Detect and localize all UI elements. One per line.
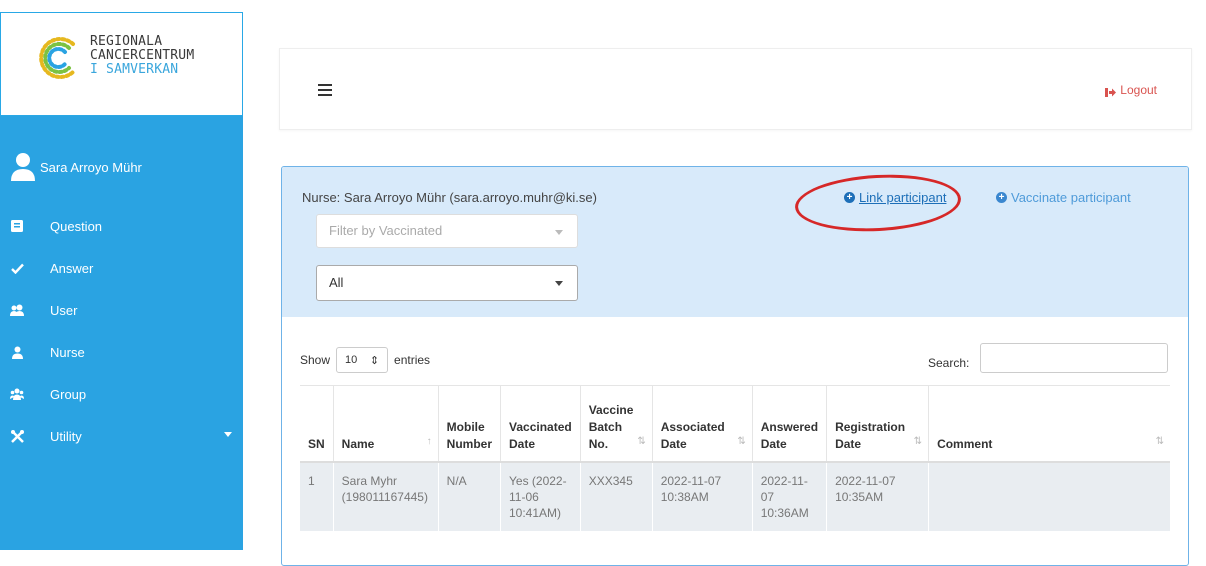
sidebar-item-label: Nurse [50,344,85,360]
sort-updown-icon: ⇕ [369,355,380,367]
plus-circle-icon: + [996,192,1007,203]
tools-icon [10,429,24,443]
chevron-down-icon [555,281,563,286]
sidebar-item-utility[interactable]: Utility [10,425,232,447]
entries-select[interactable]: 10 ⇕ [336,347,389,373]
search-label: Search: [928,356,970,370]
sign-out-icon [1105,86,1117,97]
group-icon [10,387,24,401]
users-icon [10,303,24,317]
plus-circle-icon: + [844,192,855,203]
cell-sn: 1 [300,461,334,531]
check-icon [10,261,24,275]
column-header-sn[interactable]: SN [300,385,334,463]
vaccinate-participant-label: Vaccinate participant [1011,190,1131,205]
cell-mobile: N/A [437,461,501,531]
sort-icon: ⇅ [637,435,646,447]
sort-asc-icon: ↑ [426,435,432,447]
participants-table: SN Name ↑ Mobile Number Vaccinated Date V… [300,385,1170,531]
filter-placeholder: Filter by Vaccinated [329,223,443,238]
hamburger-menu-icon[interactable] [318,84,332,96]
sort-icon: ⇅ [737,435,746,447]
logo-line-1: REGIONALA [90,34,163,49]
cell-answered-date: 2022-11-07 10:36AM [751,461,827,531]
cell-comment [928,461,1170,531]
column-header-vaccinated-date[interactable]: Vaccinated Date [500,385,581,463]
column-header-associated-date[interactable]: Associated Date ⇅ [651,385,753,463]
top-header: Logout [279,48,1192,130]
cell-name: Sara Myhr (198011167445) [332,461,439,531]
brand-logo: REGIONALA CANCERCENTRUM I SAMVERKAN [0,12,243,116]
participants-panel: Nurse: Sara Arroyo Mühr (sara.arroyo.muh… [281,166,1189,566]
sidebar-item-label: Answer [50,260,94,276]
cell-associated-date: 2022-11-07 10:38AM [651,461,753,531]
sort-icon: ⇅ [913,435,923,447]
sidebar-item-user[interactable]: User [10,299,232,321]
filter-by-vaccinated-select[interactable]: Filter by Vaccinated [316,214,578,248]
logout-link[interactable]: Logout [1105,83,1157,97]
sidebar-item-nurse[interactable]: Nurse [10,341,232,363]
column-header-answered-date[interactable]: Answered Date [751,385,827,463]
cell-registration-date: 2022-11-07 10:35AM [826,461,929,531]
chevron-down-icon [224,432,232,437]
sidebar-item-label: Question [50,218,103,234]
sidebar-item-question[interactable]: Question [10,215,232,237]
sidebar-user[interactable]: Sara Arroyo Mühr [10,151,142,183]
user-icon [10,345,24,359]
column-header-batch[interactable]: Vaccine Batch No. ⇅ [579,385,653,463]
column-header-name[interactable]: Name ↑ [332,385,439,463]
entries-label: entries [394,353,431,367]
logo-text: REGIONALA CANCERCENTRUM I SAMVERKAN [90,35,194,77]
sidebar-item-answer[interactable]: Answer [10,257,232,279]
table-row[interactable]: 1 Sara Myhr (198011167445) N/A Yes (2022… [300,461,1170,531]
column-header-mobile[interactable]: Mobile Number [437,385,501,463]
logo-line-3: I SAMVERKAN [90,62,179,77]
sidebar-item-label: User [50,302,78,318]
sidebar-user-name: Sara Arroyo Mühr [40,159,142,175]
vaccinate-participant-link[interactable]: + Vaccinate participant [996,190,1131,205]
sidebar-item-label: Group [50,386,87,402]
panel-heading: Nurse: Sara Arroyo Mühr (sara.arroyo.muh… [282,167,1188,317]
link-participant-link[interactable]: + Link participant [844,190,946,205]
chevron-down-icon [555,230,563,235]
sidebar-item-group[interactable]: Group [10,383,232,405]
list-icon [10,219,24,233]
sort-icon: ⇅ [1155,435,1164,447]
cell-batch: XXX345 [579,461,653,531]
column-header-comment[interactable]: Comment ⇅ [928,385,1170,463]
nurse-info: Nurse: Sara Arroyo Mühr (sara.arroyo.muh… [302,190,597,205]
cell-vaccinated-date: Yes (2022-11-06 10:41AM) [500,461,581,531]
filter-value: All [329,275,344,290]
sidebar-item-label: Utility [50,428,82,444]
show-label: Show [300,353,331,367]
logo-line-2: CANCERCENTRUM [90,48,195,63]
sidebar: Sara Arroyo Mühr Question Answer User Nu… [0,116,243,550]
cancer-centre-logo-icon [39,37,75,79]
vaccinated-filter-select[interactable]: All [316,265,578,301]
user-avatar-icon [10,152,36,182]
entries-length-control: Show 10 ⇕ entries [300,347,430,373]
entries-value: 10 [345,354,358,366]
column-header-registration-date[interactable]: Registration Date ⇅ [826,385,929,463]
link-participant-label: Link participant [859,190,947,205]
table-header-row: SN Name ↑ Mobile Number Vaccinated Date V… [300,385,1170,463]
search-input[interactable] [980,343,1168,373]
logout-label: Logout [1120,83,1157,97]
